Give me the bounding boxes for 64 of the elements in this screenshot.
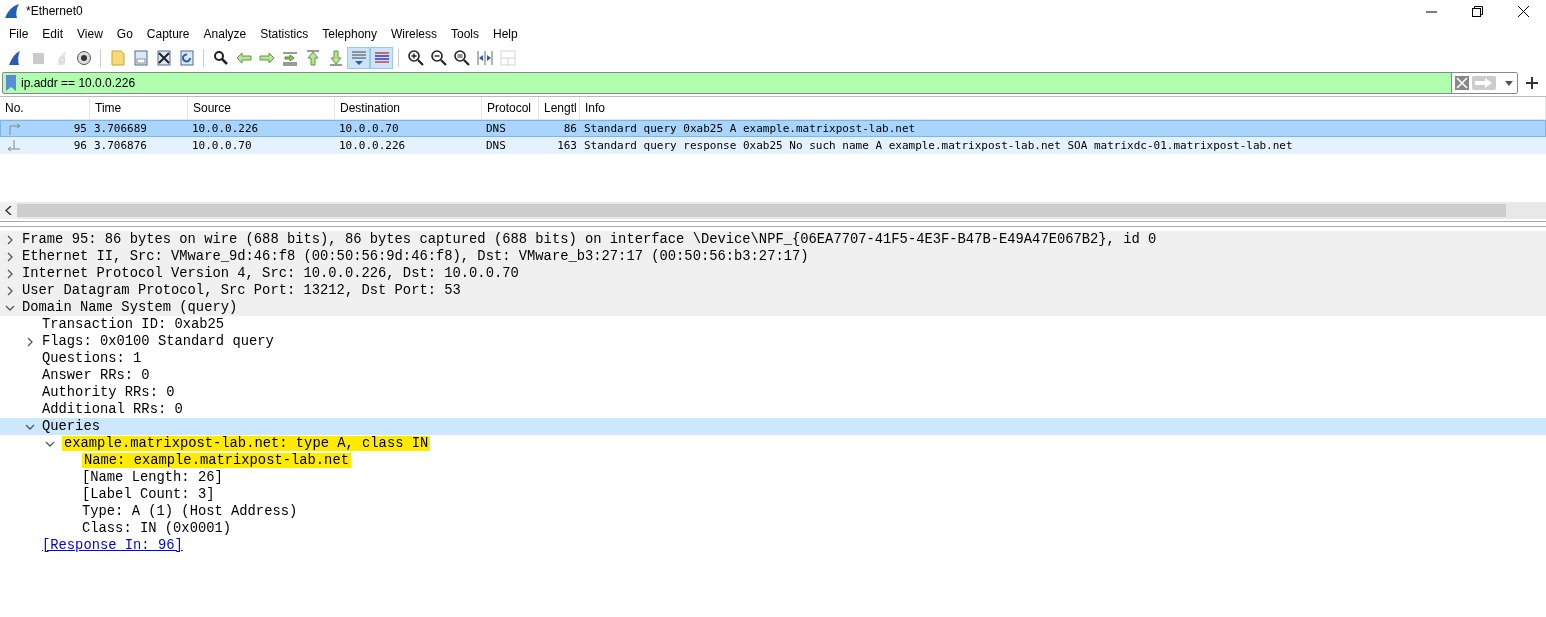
colorize-tool-icon[interactable] [370,46,393,69]
window-title: *Ethernet0 [26,4,83,18]
menu-item[interactable]: Statistics [253,26,316,41]
table-cell: 163 [557,139,577,152]
restore-icon[interactable] [1471,5,1483,17]
tree-item[interactable]: Flags: 0x0100 Standard query [42,334,274,349]
table-cell: 95 [73,122,87,135]
table-cell: 3.706876 [94,139,147,152]
menu-item[interactable]: Help [486,26,525,41]
table-cell: 96 [73,139,87,152]
menu-item[interactable]: Edit [35,26,71,41]
clear-icon[interactable] [1455,76,1469,90]
menu-item[interactable]: Wireless [384,26,444,41]
table-cell: Standard query 0xab25 A example.matrixpost-lab.net [584,122,916,135]
tree-item[interactable]: example.matrixpost-lab.net: type A, class IN [62,436,431,451]
scroll-left-icon[interactable] [0,202,17,219]
column-header[interactable]: No. [0,97,90,119]
packet-row[interactable]: 96 3.706876 10.0.0.70 10.0.0.226 DNS 163 Standard query response 0xab25 No such name A example.matrixpost-lab.net SOA matrixdc-01.matrixpost-lab.net [0,137,1546,154]
column-header[interactable]: Destination [335,97,482,119]
tree-item[interactable]: Class: IN (0x0001) [82,521,232,536]
menu-item[interactable]: View [70,26,110,41]
table-cell: DNS [486,139,506,152]
tree-item[interactable]: [Label Count: 3] [82,487,215,502]
table-cell: 10.0.0.226 [192,122,259,135]
table-cell: 3.706689 [94,122,147,135]
close-icon[interactable] [1517,5,1529,17]
tree-item[interactable]: Authority RRs: 0 [42,385,175,400]
column-header[interactable]: Time [90,97,188,119]
packet-row[interactable]: 95 3.706689 10.0.0.226 10.0.0.70 DNS 86 Standard query 0xab25 A example.matrixpost-lab.net [0,120,1546,137]
menu-item[interactable]: Telephony [315,26,384,41]
menu-item[interactable]: Capture [139,26,197,41]
menu-item[interactable]: Tools [444,26,486,41]
tree-item[interactable]: Type: A (1) (Host Address) [82,504,298,519]
response-arrow-icon [6,139,22,152]
column-header[interactable]: Info [580,97,1546,119]
table-cell: DNS [486,122,506,135]
plus-icon[interactable] [1526,77,1538,89]
autoscroll-tool-icon[interactable] [347,46,370,69]
column-header[interactable]: Lengtl [539,97,580,119]
column-header[interactable]: Protocol [482,97,539,119]
column-header[interactable]: Source [188,97,335,119]
menu-item[interactable]: Analyze [196,26,254,41]
tree-item[interactable]: Answer RRs: 0 [42,368,150,383]
tree-item[interactable]: Queries [42,419,100,434]
scrollbar-thumb[interactable] [17,204,1506,217]
tree-item[interactable]: Domain Name System (query) [22,300,238,315]
bookmark-icon[interactable] [5,75,17,91]
dropdown-caret-icon[interactable] [1505,80,1513,86]
tree-item[interactable]: Additional RRs: 0 [42,402,183,417]
response-link[interactable]: [Response In: 96] [42,538,183,553]
display-filter-field[interactable]: ip.addr == 10.0.0.226 [2,72,1518,94]
tree-item[interactable]: Transaction ID: 0xab25 [42,317,225,332]
request-arrow-icon [6,122,22,135]
shark-fin-icon [4,3,20,19]
menu-item[interactable]: File [2,26,36,41]
table-cell: 86 [563,122,577,135]
table-cell: 10.0.0.70 [339,122,399,135]
tree-item[interactable]: Questions: 1 [42,351,142,366]
table-cell: 10.0.0.70 [192,139,252,152]
menu-item[interactable]: Go [109,26,140,41]
table-cell: Standard query response 0xab25 No such name A example.matrixpost-lab.net SOA matrixdc-01.matrixpost-lab.net [584,139,1293,152]
table-cell: 10.0.0.226 [339,139,406,152]
tree-item[interactable]: Name: example.matrixpost-lab.net [82,453,351,468]
tree-item[interactable]: [Name Length: 26] [82,470,223,485]
